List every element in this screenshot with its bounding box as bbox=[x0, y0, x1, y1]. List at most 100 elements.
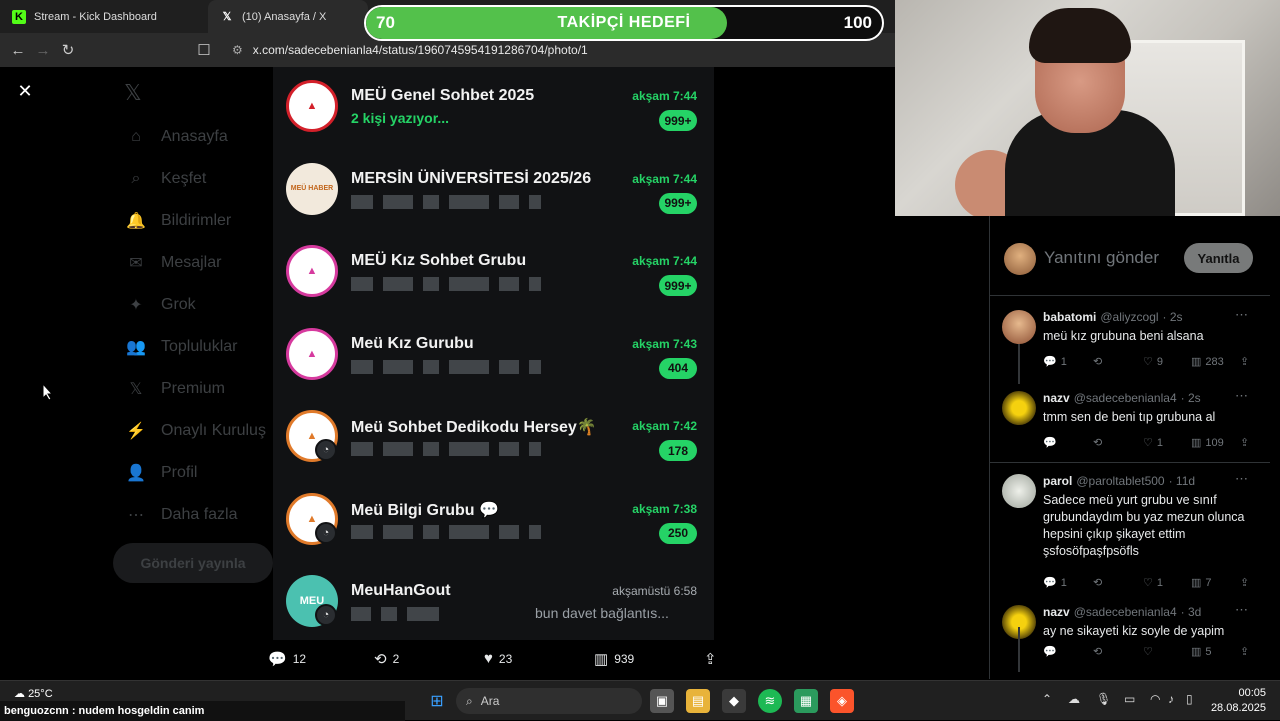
wifi-icon[interactable]: ◠ bbox=[1150, 692, 1160, 706]
repost-action[interactable]: ⟲ 2 bbox=[374, 650, 399, 668]
reply-action[interactable]: 💬 12 bbox=[268, 650, 306, 668]
heart-action[interactable]: ♡ 1 bbox=[1143, 576, 1163, 589]
tray-device-icon[interactable]: ▭ bbox=[1124, 692, 1135, 706]
repost-action[interactable]: ⟲ bbox=[1093, 355, 1106, 368]
reply-header: nazv @sadecebenianla4 · 3d bbox=[1043, 605, 1201, 619]
reply-author[interactable]: nazv bbox=[1043, 605, 1070, 619]
sidebar-item-icon: 👤 bbox=[126, 465, 146, 482]
sidebar-item[interactable]: ✉ Mesajlar bbox=[125, 248, 221, 278]
reply-button[interactable]: Yanıtla bbox=[1184, 243, 1253, 273]
chat-list-item[interactable]: ▲ Meü Kız Gurubu akşam 7:43 404 bbox=[273, 315, 714, 395]
post-button[interactable]: Gönderi yayınla bbox=[113, 543, 273, 583]
reply-handle[interactable]: @paroltablet500 bbox=[1076, 474, 1164, 488]
sidebar-item[interactable]: 🔔 Bildirimler bbox=[125, 206, 231, 236]
avatar[interactable] bbox=[1002, 391, 1036, 425]
views-action[interactable]: ▥ 7 bbox=[1191, 576, 1212, 589]
more-icon[interactable]: ⋯ bbox=[1235, 602, 1248, 618]
site-info-icon[interactable]: ⚙ bbox=[232, 43, 243, 57]
views-action[interactable]: ▥ 109 bbox=[1191, 436, 1224, 449]
views-action[interactable]: ▥ 283 bbox=[1191, 355, 1224, 368]
reply-handle[interactable]: @aliyzcogl bbox=[1100, 310, 1158, 324]
share-action[interactable]: ⇪ bbox=[704, 650, 723, 668]
tray-app-icon[interactable]: ☁ bbox=[1068, 692, 1080, 706]
more-icon[interactable]: ⋯ bbox=[1235, 471, 1248, 487]
share-action[interactable]: ⇪ bbox=[1240, 436, 1249, 449]
microphone-icon[interactable]: 🎙 bbox=[1096, 692, 1111, 706]
volume-icon[interactable]: ♪ bbox=[1168, 692, 1174, 706]
taskbar-search[interactable]: ⌕ Ara bbox=[456, 688, 642, 714]
tab-x-home[interactable]: 𝕏 (10) Anasayfa / X bbox=[208, 0, 368, 33]
back-icon[interactable]: ← bbox=[9, 41, 27, 59]
repost-action[interactable]: ⟲ bbox=[1093, 645, 1106, 658]
reply-action[interactable]: 💬 1 bbox=[1043, 355, 1067, 368]
sidebar-item[interactable]: ✦ Grok bbox=[125, 290, 195, 320]
clock-time: 00:05 bbox=[1238, 687, 1266, 699]
battery-icon[interactable]: ▯ bbox=[1186, 692, 1193, 706]
chat-list-item[interactable]: ▲ ◔ Meü Sohbet Dedikodu Hersey🌴 akşam 7:42 1… bbox=[273, 397, 714, 477]
brave-browser-icon[interactable]: ◈ bbox=[830, 689, 854, 713]
bookmark-icon[interactable]: ☐ bbox=[195, 41, 213, 59]
repost-action[interactable]: ⟲ bbox=[1093, 576, 1106, 589]
forward-icon[interactable]: → bbox=[34, 41, 52, 59]
share-icon: ⇪ bbox=[1240, 356, 1250, 368]
reply-author[interactable]: parol bbox=[1043, 474, 1072, 488]
more-icon[interactable]: ⋯ bbox=[1235, 388, 1248, 404]
tab-kick-dashboard[interactable]: K Stream - Kick Dashboard bbox=[0, 0, 205, 33]
reply-handle[interactable]: @sadecebenianla4 bbox=[1074, 391, 1177, 405]
reply-handle[interactable]: @sadecebenianla4 bbox=[1074, 605, 1177, 619]
reply-author[interactable]: nazv bbox=[1043, 391, 1070, 405]
heart-action[interactable]: ♡ bbox=[1143, 645, 1157, 658]
chat-time: akşam 7:44 bbox=[632, 171, 697, 186]
follower-goal-bar: 70 TAKİPÇİ HEDEFİ 100 bbox=[364, 5, 884, 41]
heart-action[interactable]: ♡ 1 bbox=[1143, 436, 1163, 449]
sidebar-item[interactable]: ⌂ Anasayfa bbox=[125, 122, 228, 152]
spotify-icon[interactable]: ≋ bbox=[758, 689, 782, 713]
sidebar-item[interactable]: 𝕏 Premium bbox=[125, 374, 225, 404]
reply-composer: Yanıtını gönder Yanıtla bbox=[990, 216, 1270, 296]
reload-icon[interactable]: ↻ bbox=[59, 41, 77, 59]
chat-name: Meü Kız Gurubu bbox=[351, 334, 474, 352]
sidebar-item[interactable]: 👥 Topluluklar bbox=[125, 332, 237, 362]
url-field[interactable]: ⚙ x.com/sadecebenianla4/status/196074595… bbox=[222, 38, 882, 62]
share-action[interactable]: ⇪ bbox=[1240, 645, 1249, 658]
chat-list-item[interactable]: MEÜ HABER MERSİN ÜNİVERSİTESİ 2025/26 akşa… bbox=[273, 150, 714, 230]
sidebar-item[interactable]: ⚡ Onaylı Kuruluş bbox=[125, 416, 266, 446]
system-clock[interactable]: 00:05 28.08.2025 bbox=[1211, 686, 1266, 716]
reply-action[interactable]: 💬 bbox=[1043, 436, 1061, 449]
share-action[interactable]: ⇪ bbox=[1240, 355, 1249, 368]
sidebar-item-label: Profil bbox=[161, 464, 198, 481]
chat-list-item[interactable]: ▲ MEÜ Genel Sohbet 2025 2 kişi yazıyor... a… bbox=[273, 67, 714, 147]
views-action[interactable]: ▥ 5 bbox=[1191, 645, 1212, 658]
file-explorer-icon[interactable]: ▤ bbox=[686, 689, 710, 713]
more-icon[interactable]: ⋯ bbox=[1235, 307, 1248, 323]
chat-list-item[interactable]: ▲ ◔ Meü Bilgi Grubu 💬 akşam 7:38 250 bbox=[273, 480, 714, 560]
chat-list-item[interactable]: ▲ MEÜ Kız Sohbet Grubu akşam 7:44 999+ bbox=[273, 232, 714, 312]
sidebar-item[interactable]: ⌕ Keşfet bbox=[125, 164, 207, 194]
avatar[interactable] bbox=[1002, 474, 1036, 508]
reply-text: meü kız grubuna beni alsana bbox=[1043, 329, 1204, 343]
like-action[interactable]: ♥ 23 bbox=[484, 650, 512, 667]
tray-chevron-icon[interactable]: ⌃ bbox=[1042, 692, 1052, 706]
tweet-photo[interactable]: ▲ MEÜ Genel Sohbet 2025 2 kişi yazıyor... a… bbox=[273, 67, 714, 640]
sidebar-item[interactable]: ⋯ Daha fazla bbox=[125, 500, 238, 530]
community-icon: ◔ bbox=[315, 439, 337, 461]
reply-author[interactable]: babatomi bbox=[1043, 310, 1096, 324]
repost-icon: ⟲ bbox=[1093, 437, 1103, 449]
share-action[interactable]: ⇪ bbox=[1240, 576, 1249, 589]
reply-input[interactable]: Yanıtını gönder bbox=[1044, 248, 1159, 268]
chat-app-icon[interactable]: ▦ bbox=[794, 689, 818, 713]
sidebar-item[interactable]: 👤 Profil bbox=[125, 458, 197, 488]
reply-action[interactable]: 💬 1 bbox=[1043, 576, 1067, 589]
heart-action[interactable]: ♡ 9 bbox=[1143, 355, 1163, 368]
views-action[interactable]: ▥ 939 bbox=[594, 650, 634, 668]
reply-time: · 2s bbox=[1180, 391, 1201, 405]
close-icon[interactable]: ✕ bbox=[14, 80, 36, 102]
weather-widget[interactable]: ☁ 25°C bbox=[14, 687, 53, 700]
reply-action[interactable]: 💬 bbox=[1043, 645, 1061, 658]
repost-action[interactable]: ⟲ bbox=[1093, 436, 1106, 449]
task-view-icon[interactable]: ▣ bbox=[650, 689, 674, 713]
app-icon[interactable]: ◆ bbox=[722, 689, 746, 713]
chat-list-item[interactable]: MEU ◔ MeuHanGout bun davet bağlantıs... akşa… bbox=[273, 562, 714, 642]
windows-start-icon[interactable]: ⊞ bbox=[425, 689, 449, 713]
avatar[interactable] bbox=[1002, 310, 1036, 344]
